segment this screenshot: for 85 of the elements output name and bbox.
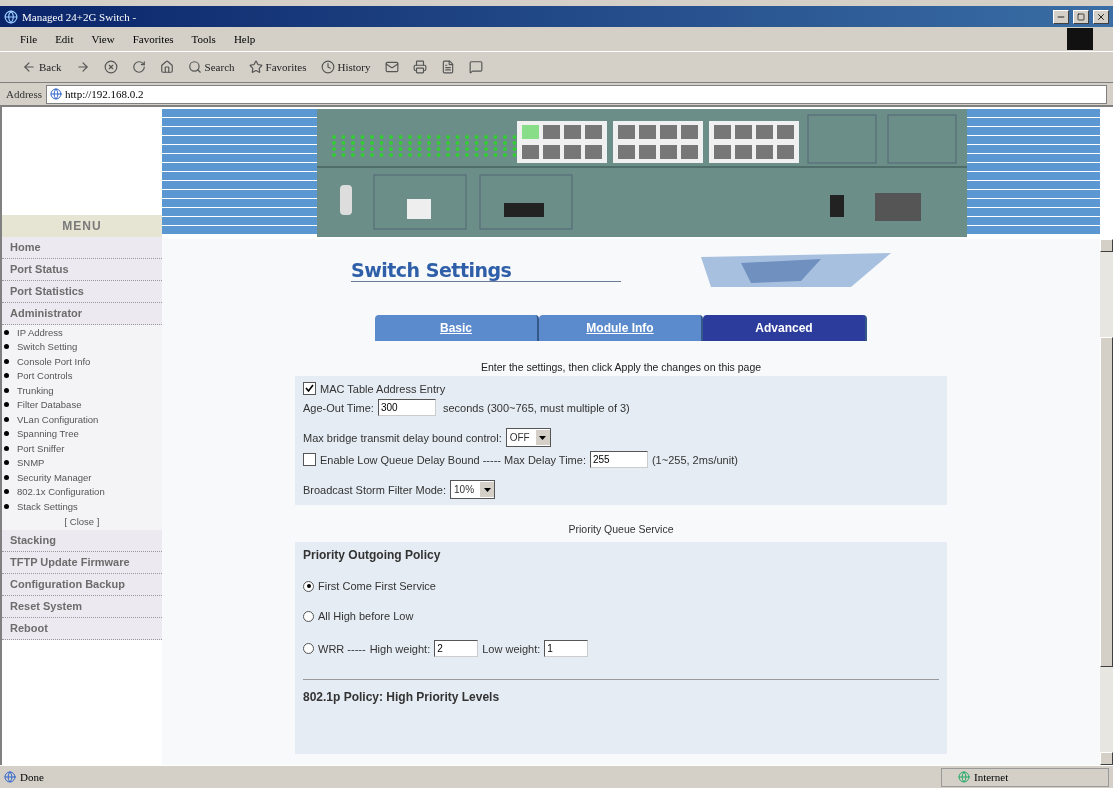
mail-icon [384,60,399,74]
dropdown-arrow-icon [483,487,491,492]
star-icon [248,60,263,74]
close-icon [1096,11,1106,22]
submenu-link[interactable]: VLan Configuration [2,412,162,427]
field-label: Max bridge transmit delay bound control: [303,431,502,444]
scrollbar[interactable] [1100,239,1113,765]
printer-icon [412,60,427,74]
menu-link[interactable]: Reboot [2,617,162,640]
home-icon [159,60,174,74]
page-icon [50,88,63,100]
menu-link[interactable]: Reset System [2,595,162,618]
minimize-button[interactable] [1053,9,1069,24]
submenu-link[interactable]: Security Manager [2,470,162,485]
menu-item[interactable]: Help [233,33,256,45]
menu-item[interactable]: Favorites [132,33,174,45]
chat-icon [468,60,483,74]
menu-link[interactable]: Administrator [2,303,162,325]
hint-text: (1~255, 2ms/unit) [651,453,738,466]
radio-label: First Come First Service [318,580,436,592]
hint-text: seconds (300~765, must multiple of 3) [442,401,630,414]
dropdown[interactable]: OFF [505,428,551,447]
menu-link[interactable]: Home [2,237,162,259]
radio-button[interactable] [303,643,314,654]
instruction-text: Enter the settings, then click Apply the changes on this page [479,361,763,373]
menu-item[interactable]: File [20,33,38,45]
field-label: Age-Out Time: [303,401,374,414]
menu-item[interactable]: Tools [191,33,216,45]
radio-label: WRR ----- [318,642,366,655]
menu-link[interactable]: Port Status [2,259,162,281]
menu-link[interactable]: Stacking [2,529,162,552]
search-button[interactable]: Search [185,60,237,74]
back-button[interactable]: Back [20,60,64,74]
menu-header: MENU [2,215,162,237]
submenu-link[interactable]: Trunking [2,383,162,398]
address-label: Address [6,88,43,100]
search-icon [187,60,202,74]
menu-link[interactable]: TFTP Update Firmware [2,551,162,574]
globe-icon [958,771,970,783]
section-title: Priority Queue Service [567,523,675,535]
history-button[interactable]: History [318,60,373,74]
window-title: Managed 24+2G Switch - [22,10,138,23]
input-field[interactable]: 255 [589,451,648,468]
status-text: Done [20,771,45,783]
zone-indicator: Internet [941,767,1109,787]
browser-icon [4,9,18,24]
page-icon [4,771,16,783]
submenu-link[interactable]: Console Port Info [2,354,162,369]
tab[interactable]: Advanced [703,315,867,341]
submenu-link[interactable]: Port Sniffer [2,441,162,456]
checkbox[interactable] [303,453,316,466]
close-button[interactable] [1093,9,1109,24]
menu-item[interactable]: View [91,33,115,45]
submenu-link[interactable]: Stack Settings [2,499,162,514]
throbber-logo [1067,28,1093,50]
checkbox[interactable] [303,382,316,395]
menu-link[interactable]: Port Statistics [2,281,162,303]
dropdown[interactable]: 10% [450,480,496,499]
dropdown-arrow-icon [539,435,547,440]
menu-link[interactable]: Configuration Backup [2,573,162,596]
maximize-icon [1077,12,1085,21]
input-field[interactable]: 2 [434,640,479,657]
menu-item[interactable]: Edit [55,33,74,45]
address-field[interactable]: http://192.168.0.2 [46,84,1107,104]
document-icon [440,60,455,74]
field-label: Low weight: [482,642,541,655]
radio-label: All High before Low [318,610,414,622]
submenu-link[interactable]: IP Address [2,325,162,340]
stop-icon [103,60,118,74]
input-field[interactable]: 1 [544,640,589,657]
forward-arrow-icon [75,60,90,74]
input-field[interactable]: 300 [377,399,436,416]
radio-button[interactable] [303,580,314,592]
radio-button[interactable] [303,610,314,622]
refresh-icon [131,60,146,74]
section-heading: Priority Outgoing Policy [303,548,442,562]
favorites-button[interactable]: Favorites [246,60,309,74]
field-label: High weight: [369,642,431,655]
field-label: Broadcast Storm Filter Mode: [303,483,447,496]
page-title: Switch Settings [351,258,622,282]
maximize-button[interactable] [1073,9,1089,24]
checkbox-label: Enable Low Queue Delay Bound ----- Max Delay Time: [320,453,586,466]
clock-icon [320,60,335,74]
checkbox-label: MAC Table Address Entry [320,382,446,395]
section-heading: 802.1p Policy: High Priority Levels [303,690,501,704]
